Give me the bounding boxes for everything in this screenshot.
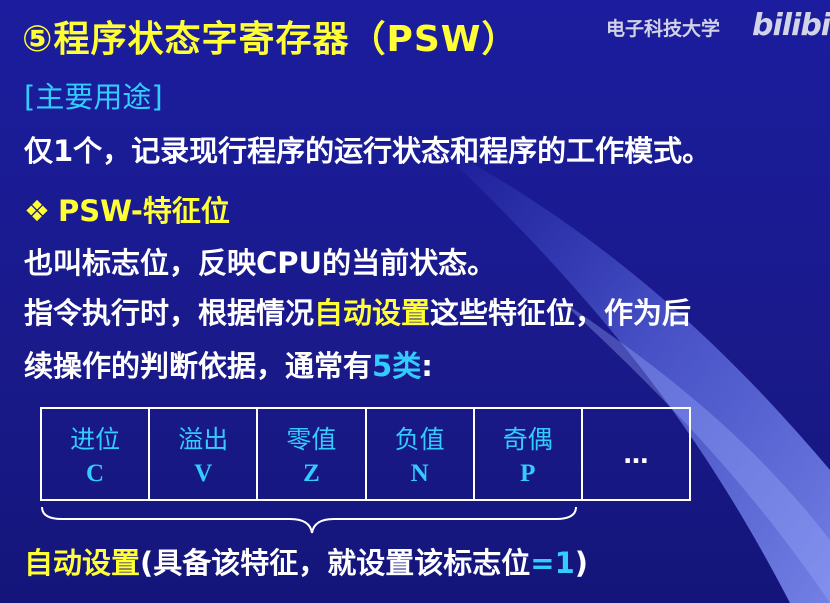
auto-set-line: 指令执行时，根据情况自动设置这些特征位，作为后 <box>24 290 691 332</box>
watermark-school: 电子科技大学 <box>606 18 721 40</box>
category-count: 5类 <box>372 349 422 383</box>
usage-description: 仅1个，记录现行程序的运行状态和程序的工作模式。 <box>24 134 712 168</box>
flag-cell-parity: 奇偶 P <box>475 409 583 499</box>
flag-description: 也叫标志位，反映CPU的当前状态。 <box>24 246 497 280</box>
flag-name: 零值 <box>286 425 337 454</box>
flag-cell-overflow: 溢出 V <box>150 409 259 499</box>
slide-title: ⑤程序状态字寄存器（PSW） <box>22 19 519 60</box>
psw-heading-text: PSW-特征位 <box>58 194 230 228</box>
more-flags-ellipsis: … <box>623 439 649 469</box>
flag-name: 进位 <box>70 425 121 454</box>
footer-highlight: 自动设置 <box>24 546 141 580</box>
underbrace-icon <box>41 506 577 534</box>
footer-close: ) <box>574 546 589 580</box>
diamond-bullet-icon: ❖ <box>24 194 50 228</box>
flag-cell-negative: 负值 N <box>367 409 475 499</box>
flag-letter: P <box>520 460 536 487</box>
flag-letter: C <box>86 460 105 487</box>
psw-heading: ❖ PSW-特征位 <box>24 188 230 230</box>
footer-equals-one: =1 <box>530 546 575 580</box>
flag-cell-zero: 零值 Z <box>258 409 367 499</box>
footer-note: 自动设置(具备该特征，就设置该标志位=1) <box>24 540 588 582</box>
categories-line-after: : <box>421 349 433 383</box>
auto-set-line-before: 指令执行时，根据情况 <box>24 296 315 330</box>
flag-name: 奇偶 <box>502 425 553 454</box>
flags-table: 进位 C 溢出 V 零值 Z 负值 N 奇偶 P … <box>40 407 691 501</box>
flag-name: 溢出 <box>178 425 229 454</box>
bilibili-logo: bilibili <box>752 8 830 43</box>
flag-letter: V <box>194 460 213 487</box>
flag-cell-more: … <box>583 409 689 499</box>
flag-letter: Z <box>303 460 320 487</box>
categories-line: 续操作的判断依据，通常有5类: <box>24 343 433 385</box>
categories-line-before: 续操作的判断依据，通常有 <box>24 349 373 383</box>
usage-heading: [主要用途] <box>24 80 163 114</box>
auto-set-highlight: 自动设置 <box>314 296 431 330</box>
footer-text: (具备该特征，就设置该标志位 <box>140 546 531 580</box>
flag-cell-carry: 进位 C <box>42 409 151 499</box>
flag-letter: N <box>410 460 429 487</box>
auto-set-line-after: 这些特征位，作为后 <box>430 296 692 330</box>
flag-name: 负值 <box>394 425 445 454</box>
